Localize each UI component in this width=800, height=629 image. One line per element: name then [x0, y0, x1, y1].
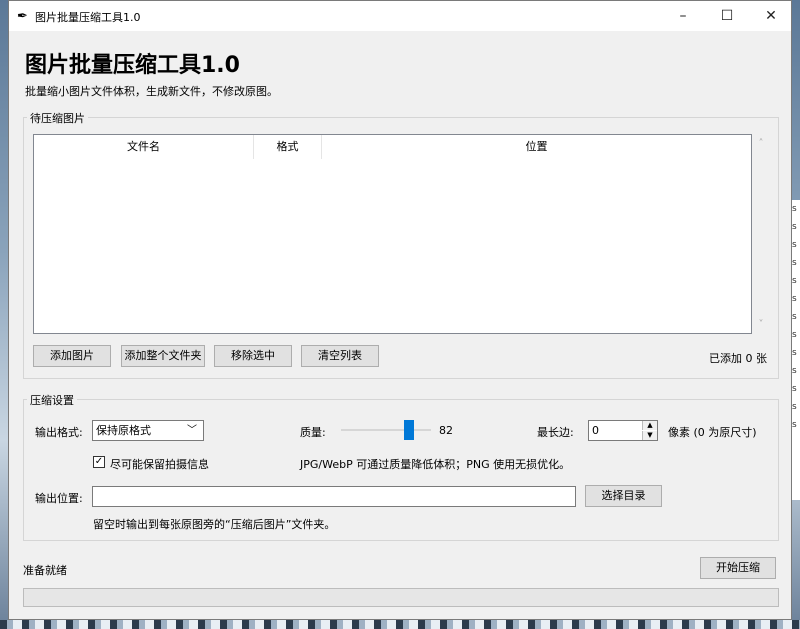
- scroll-up-icon[interactable]: ˄: [752, 138, 770, 149]
- choose-directory-button[interactable]: 选择目录: [585, 485, 662, 507]
- scroll-down-icon[interactable]: ˅: [752, 319, 770, 330]
- file-list[interactable]: 文件名 格式 位置: [33, 134, 752, 334]
- close-button[interactable]: ✕: [749, 1, 793, 31]
- quality-slider-track[interactable]: [341, 429, 431, 431]
- output-format-value: 保持原格式: [96, 424, 151, 437]
- spin-up-icon[interactable]: ▲: [642, 421, 657, 430]
- start-compress-button[interactable]: 开始压缩: [700, 557, 776, 579]
- format-hint: JPG/WebP 可通过质量降低体积；PNG 使用无损优化。: [300, 458, 571, 471]
- page-title: 图片批量压缩工具1.0: [25, 53, 240, 78]
- add-images-button[interactable]: 添加图片: [33, 345, 111, 367]
- keep-exif-label: 尽可能保留拍摄信息: [110, 458, 209, 471]
- column-header-location[interactable]: 位置: [322, 135, 751, 159]
- status-text: 准备就绪: [23, 564, 67, 577]
- maximize-button[interactable]: ☐: [705, 1, 749, 31]
- quality-label: 质量:: [300, 426, 326, 439]
- title-bar[interactable]: ✒ 图片批量压缩工具1.0 – ☐ ✕: [9, 1, 791, 31]
- max-edge-value: 0: [592, 424, 599, 437]
- minimize-button[interactable]: –: [661, 1, 705, 31]
- pending-group-label: 待压缩图片: [27, 110, 88, 126]
- quality-value: 82: [439, 424, 453, 437]
- quality-slider-thumb[interactable]: [404, 420, 414, 440]
- page-subtitle: 批量缩小图片文件体积，生成新文件，不修改原图。: [25, 85, 278, 98]
- window-title: 图片批量压缩工具1.0: [35, 11, 141, 24]
- chevron-down-icon[interactable]: ﹀: [187, 421, 197, 440]
- remove-selected-button[interactable]: 移除选中: [214, 345, 292, 367]
- column-header-format[interactable]: 格式: [254, 135, 322, 159]
- background-window-edge: sssssssssssss: [792, 200, 800, 500]
- output-location-label: 输出位置:: [35, 492, 83, 505]
- column-header-filename[interactable]: 文件名: [34, 135, 254, 159]
- max-edge-spinbox[interactable]: 0 ▲ ▼: [588, 420, 658, 441]
- output-location-hint: 留空时输出到每张原图旁的“压缩后图片”文件夹。: [93, 518, 336, 531]
- max-edge-label: 最长边:: [537, 426, 574, 439]
- file-list-scrollbar[interactable]: ˄ ˅: [752, 134, 770, 334]
- add-folder-button[interactable]: 添加整个文件夹: [121, 345, 205, 367]
- output-location-input[interactable]: [92, 486, 576, 507]
- settings-group-label: 压缩设置: [27, 392, 77, 408]
- max-edge-unit: 像素 (0 为原尺寸): [668, 426, 757, 439]
- output-format-label: 输出格式:: [35, 426, 83, 439]
- progress-bar: [23, 588, 779, 607]
- feather-icon: ✒: [17, 9, 28, 24]
- keep-exif-checkbox[interactable]: ✓: [93, 456, 105, 468]
- output-format-select[interactable]: 保持原格式 ﹀: [92, 420, 204, 441]
- added-count: 已添加 0 张: [709, 352, 767, 365]
- desktop-bottom-strip: [0, 620, 800, 629]
- spin-down-icon[interactable]: ▼: [642, 431, 657, 440]
- app-window: ✒ 图片批量压缩工具1.0 – ☐ ✕ 图片批量压缩工具1.0 批量缩小图片文件…: [8, 0, 792, 620]
- clear-list-button[interactable]: 清空列表: [301, 345, 379, 367]
